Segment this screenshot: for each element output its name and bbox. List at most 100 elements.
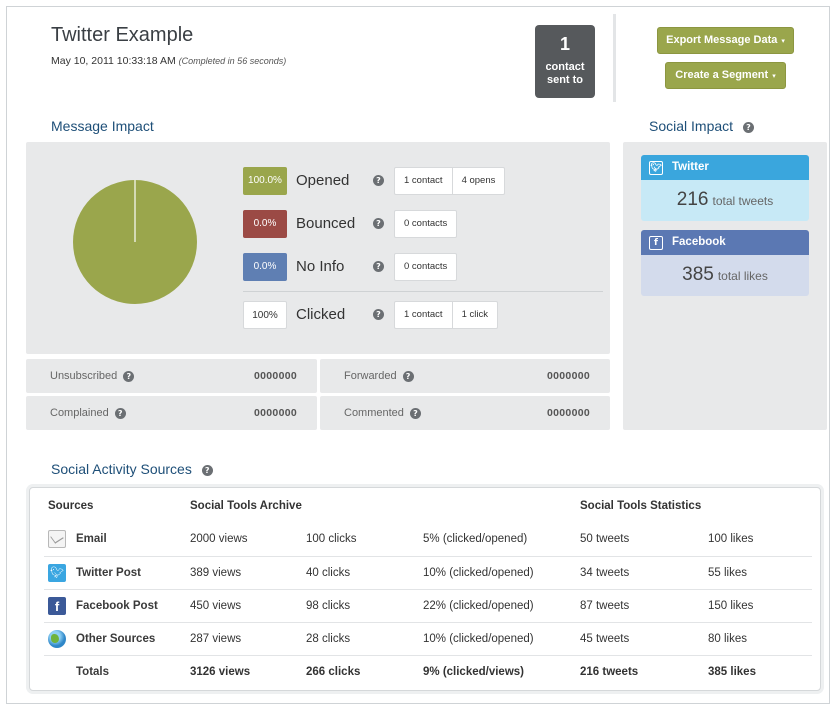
help-icon[interactable]: ? bbox=[742, 121, 754, 133]
facebook-card-header: f Facebook bbox=[641, 230, 809, 255]
cell-clicks: 98 clicks bbox=[306, 600, 351, 612]
cell-views: 3126 views bbox=[190, 666, 251, 678]
cell-tweets: 216 tweets bbox=[580, 666, 639, 678]
social-sources-title-text: Social Activity Sources bbox=[51, 461, 192, 477]
cell-views: 2000 views bbox=[190, 533, 248, 545]
bounced-count-pill[interactable]: 0 contacts bbox=[395, 211, 456, 237]
twitter-icon: 🐦︎ bbox=[48, 564, 66, 582]
no-info-counts: 0 contacts bbox=[394, 253, 458, 281]
source-name: Email bbox=[76, 533, 107, 545]
opened-counts: 1 contact 4 opens bbox=[394, 167, 506, 195]
source-name: Other Sources bbox=[76, 633, 156, 645]
facebook-icon: f bbox=[48, 597, 66, 615]
cell-ratio: 5% (clicked/opened) bbox=[423, 533, 528, 545]
cell-ratio: 10% (clicked/opened) bbox=[423, 567, 534, 579]
opened-count-pill[interactable]: 1 contact bbox=[395, 168, 452, 194]
opened-label: Opened bbox=[296, 172, 350, 189]
export-label: Export Message Data bbox=[666, 34, 778, 46]
opened-count-pill[interactable]: 4 opens bbox=[451, 168, 505, 194]
complained-value: 0000000 bbox=[254, 407, 297, 419]
source-name: Twitter Post bbox=[76, 567, 141, 579]
facebook-card[interactable]: f Facebook 385 total likes bbox=[641, 230, 809, 296]
clicked-percent-badge: 100% bbox=[243, 301, 287, 329]
facebook-icon: f bbox=[649, 235, 663, 250]
help-icon[interactable]: ? bbox=[409, 407, 421, 419]
cell-ratio: 10% (clicked/opened) bbox=[423, 633, 534, 645]
table-row: 🐦︎ Twitter Post 389 views 40 clicks 10% (cli… bbox=[44, 556, 812, 589]
stat-forwarded: Forwarded? 0000000 bbox=[320, 359, 610, 393]
social-impact-title-text: Social Impact bbox=[649, 118, 734, 134]
stat-commented: Commented? 0000000 bbox=[320, 396, 610, 430]
bounced-percent-badge: 0.0% bbox=[243, 210, 287, 238]
clicked-count-pill[interactable]: 1 click bbox=[451, 302, 497, 328]
create-segment-button[interactable]: Create a Segment ▾ bbox=[665, 62, 786, 89]
help-icon[interactable]: ? bbox=[201, 464, 213, 476]
table-row: Email 2000 views 100 clicks 5% (clicked/ope… bbox=[44, 523, 812, 556]
chevron-down-icon: ▾ bbox=[772, 73, 776, 80]
globe-icon bbox=[48, 630, 66, 648]
export-message-data-button[interactable]: Export Message Data ▾ bbox=[657, 27, 794, 54]
twitter-card-title: Twitter bbox=[672, 161, 709, 173]
cell-clicks: 266 clicks bbox=[306, 666, 361, 678]
cell-views: 450 views bbox=[190, 600, 242, 612]
facebook-total-unit: total likes bbox=[717, 269, 768, 283]
social-sources-title: Social Activity Sources ? bbox=[51, 461, 213, 477]
help-icon[interactable]: ? bbox=[373, 309, 384, 320]
facebook-card-body: 385 total likes bbox=[641, 255, 809, 296]
cell-tweets: 34 tweets bbox=[580, 567, 630, 579]
cell-likes: 100 likes bbox=[708, 533, 754, 545]
segment-label: Create a Segment bbox=[675, 69, 769, 81]
help-icon[interactable]: ? bbox=[373, 261, 384, 272]
twitter-icon: 🐦︎ bbox=[649, 160, 663, 175]
timestamp-text: May 10, 2011 10:33:18 AM bbox=[51, 55, 176, 67]
clicked-count-pill[interactable]: 1 contact bbox=[395, 302, 452, 328]
chevron-down-icon: ▾ bbox=[781, 38, 785, 45]
sent-count-label: contact sent to bbox=[535, 61, 595, 87]
stat-unsubscribed: Unsubscribed? 0000000 bbox=[26, 359, 317, 393]
sent-label-line1: contact bbox=[545, 61, 585, 73]
column-header-archive: Social Tools Archive bbox=[190, 500, 302, 512]
clicked-label: Clicked bbox=[296, 306, 346, 323]
cell-ratio: 9% (clicked/views) bbox=[423, 666, 524, 678]
forwarded-value: 0000000 bbox=[547, 370, 590, 382]
twitter-total: 216 bbox=[676, 189, 709, 210]
cell-views: 287 views bbox=[190, 633, 242, 645]
commented-value: 0000000 bbox=[547, 407, 590, 419]
no-info-count-pill[interactable]: 0 contacts bbox=[395, 254, 456, 280]
cell-likes: 385 likes bbox=[708, 666, 756, 678]
cell-tweets: 45 tweets bbox=[580, 633, 630, 645]
opened-pie-chart bbox=[73, 180, 197, 304]
twitter-card[interactable]: 🐦︎ Twitter 216 total tweets bbox=[641, 155, 809, 221]
column-header-statistics: Social Tools Statistics bbox=[580, 500, 702, 512]
no-info-label: No Info bbox=[296, 258, 345, 275]
column-header-sources: Sources bbox=[48, 500, 94, 512]
twitter-total-unit: total tweets bbox=[712, 194, 774, 208]
report-timestamp: May 10, 2011 10:33:18 AM (Completed in 5… bbox=[51, 55, 286, 67]
help-icon[interactable]: ? bbox=[402, 370, 414, 382]
cell-ratio: 22% (clicked/opened) bbox=[423, 600, 534, 612]
help-icon[interactable]: ? bbox=[123, 370, 135, 382]
message-impact-title: Message Impact bbox=[51, 118, 154, 134]
cell-clicks: 40 clicks bbox=[306, 567, 351, 579]
cell-likes: 150 likes bbox=[708, 600, 754, 612]
help-icon[interactable]: ? bbox=[373, 175, 384, 186]
source-name: Facebook Post bbox=[76, 600, 158, 612]
bounced-label: Bounced bbox=[296, 215, 356, 232]
opened-percent-badge: 100.0% bbox=[243, 167, 287, 195]
table-row: Other Sources 287 views 28 clicks 10% (clic… bbox=[44, 622, 812, 655]
clicked-counts: 1 contact 1 click bbox=[394, 301, 498, 329]
metrics-divider bbox=[243, 291, 603, 292]
cell-views: 389 views bbox=[190, 567, 242, 579]
completed-note: (Completed in 56 seconds) bbox=[178, 56, 287, 66]
bounced-counts: 0 contacts bbox=[394, 210, 458, 238]
no-info-percent-badge: 0.0% bbox=[243, 253, 287, 281]
stat-complained: Complained? 0000000 bbox=[26, 396, 317, 430]
cell-likes: 55 likes bbox=[708, 567, 747, 579]
cell-tweets: 87 tweets bbox=[580, 600, 630, 612]
commented-label-text: Commented bbox=[344, 407, 404, 419]
help-icon[interactable]: ? bbox=[373, 218, 384, 229]
table-row: f Facebook Post 450 views 98 clicks 22% (cli… bbox=[44, 589, 812, 622]
help-icon[interactable]: ? bbox=[114, 407, 126, 419]
email-icon bbox=[48, 530, 66, 548]
facebook-total: 385 bbox=[682, 264, 714, 285]
